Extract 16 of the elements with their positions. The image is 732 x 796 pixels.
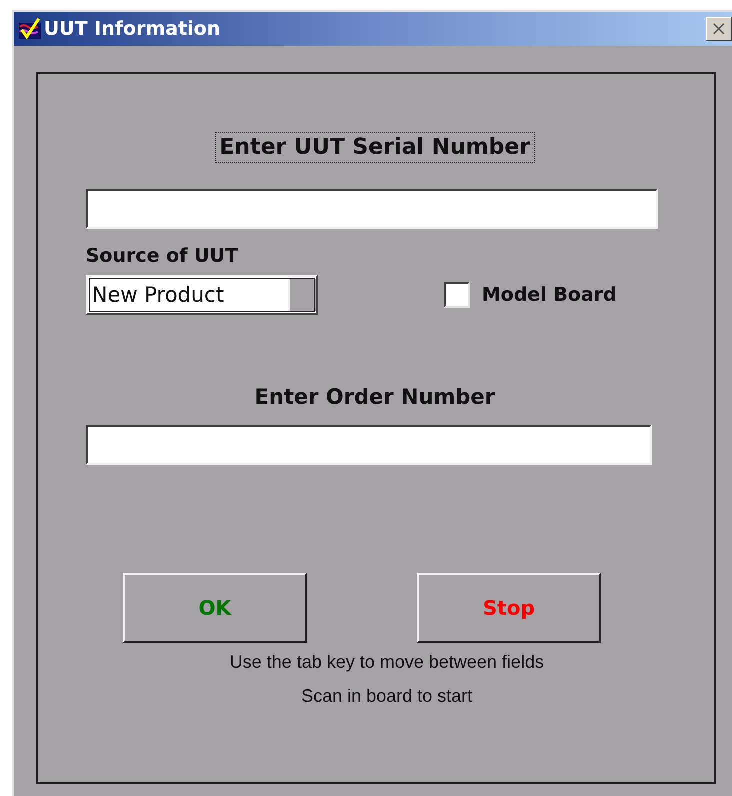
- serial-number-label: Enter UUT Serial Number: [214, 132, 536, 163]
- dialog-button[interactable]: Stop: [417, 573, 601, 643]
- dialog-button[interactable]: OK: [123, 573, 307, 643]
- window-title: UUT Information: [44, 18, 221, 40]
- close-button[interactable]: [706, 17, 732, 41]
- close-icon: [712, 22, 726, 36]
- source-dropdown[interactable]: New Product: [86, 275, 318, 315]
- order-number-field[interactable]: [86, 425, 652, 465]
- serial-number-field[interactable]: [86, 189, 658, 229]
- app-checkmark-icon: [18, 17, 42, 41]
- hint-text: Scan in board to start: [301, 685, 473, 708]
- source-label: Source of UUT: [86, 245, 240, 267]
- hint-text: Use the tab key to move between fields: [230, 651, 544, 674]
- order-number-label: Enter Order Number: [254, 385, 496, 409]
- model-board-checkbox[interactable]: [444, 282, 470, 308]
- model-board-label: Model Board: [482, 284, 617, 306]
